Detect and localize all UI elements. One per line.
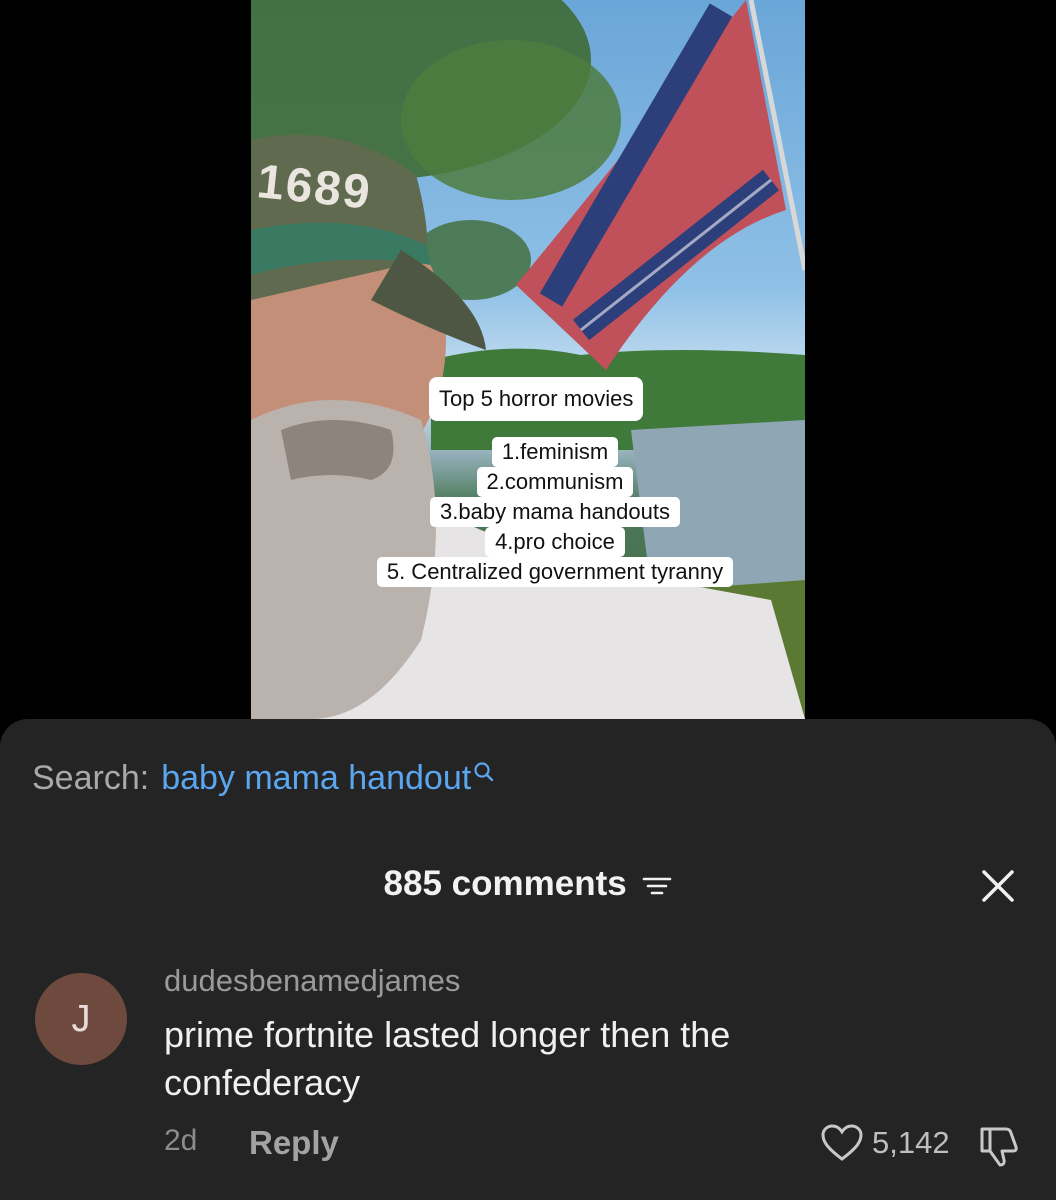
- close-icon[interactable]: [976, 864, 1020, 908]
- filter-icon[interactable]: [642, 874, 672, 898]
- search-suggestion[interactable]: Search: baby mama handout: [32, 759, 495, 798]
- comment-username[interactable]: dudesbenamedjames: [164, 963, 460, 999]
- like-count: 5,142: [872, 1125, 950, 1160]
- comment-text: prime fortnite lasted longer then the co…: [164, 1014, 731, 1103]
- comments-sheet: Search: baby mama handout 885 comments J…: [0, 719, 1056, 1200]
- comments-count: 885 comments: [383, 864, 627, 903]
- hat-text: 1689: [254, 155, 375, 220]
- overlay-title: Top 5 horror movies: [429, 377, 644, 421]
- avatar-letter: J: [71, 997, 91, 1040]
- search-icon: [474, 762, 494, 782]
- overlay-list: 1.feminism 2.communism 3.baby mama hando…: [340, 437, 770, 587]
- video-scene: [251, 0, 805, 719]
- avatar[interactable]: J: [35, 973, 127, 1065]
- overlay-list-item: 3.baby mama handouts: [430, 497, 680, 527]
- search-label: Search:: [32, 759, 150, 797]
- overlay-list-item: 5. Centralized government tyranny: [376, 557, 734, 587]
- comment-time: 2d: [164, 1124, 198, 1157]
- overlay-list-item: 4.pro choice: [485, 527, 625, 557]
- video-frame[interactable]: Top 5 horror movies 1.feminism 2.communi…: [251, 0, 805, 719]
- overlay-list-item: 2.communism: [476, 467, 634, 497]
- comments-header[interactable]: 885 comments: [0, 864, 1056, 904]
- heart-icon: [821, 1124, 863, 1161]
- like-button[interactable]: 5,142: [820, 1123, 950, 1163]
- reply-button[interactable]: Reply: [249, 1124, 339, 1162]
- thumbs-down-icon[interactable]: [976, 1125, 1022, 1169]
- overlay-list-item: 1.feminism: [491, 437, 619, 467]
- search-term-link[interactable]: baby mama handout: [161, 759, 471, 798]
